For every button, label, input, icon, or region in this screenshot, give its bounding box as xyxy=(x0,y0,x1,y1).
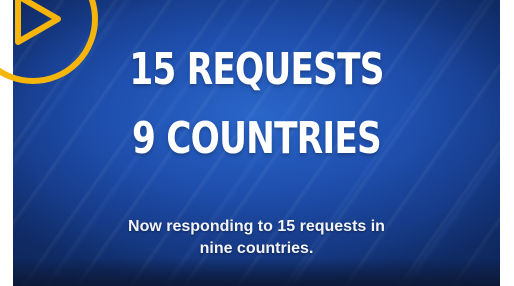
play-icon xyxy=(0,0,98,84)
caption-line-2: nine countries. xyxy=(199,240,314,257)
video-bottom-gradient xyxy=(13,258,500,286)
caption-line-1: Now responding to 15 requests in xyxy=(128,218,385,235)
video-frame: 15 REQUESTS 9 COUNTRIES Now responding t… xyxy=(0,0,514,286)
video-caption: Now responding to 15 requests in nine co… xyxy=(13,216,500,260)
play-button[interactable] xyxy=(0,0,108,94)
headline-requests: 15 REQUESTS xyxy=(129,44,384,95)
headline-countries: 9 COUNTRIES xyxy=(132,113,382,164)
